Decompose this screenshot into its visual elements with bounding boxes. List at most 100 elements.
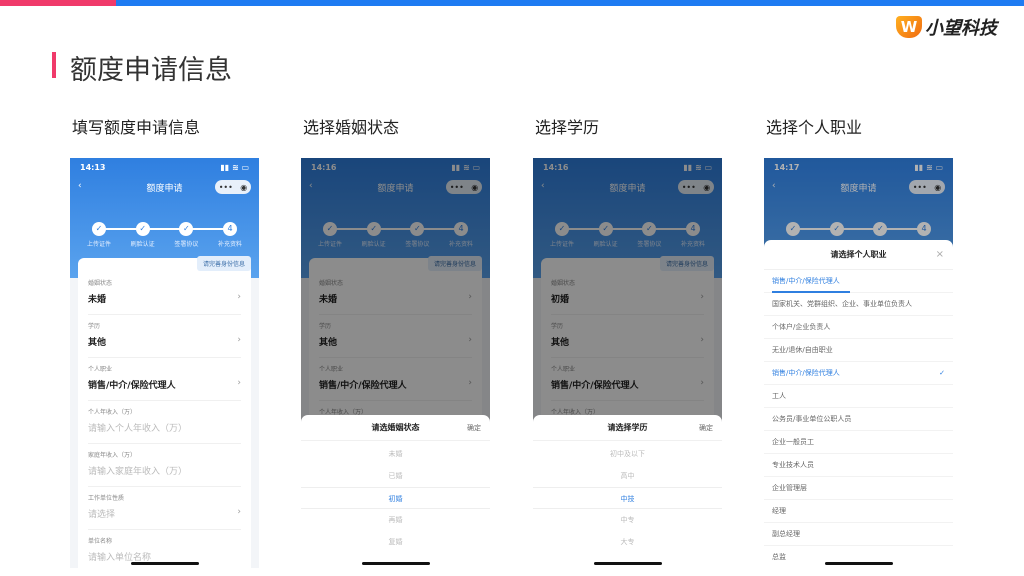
picker-option[interactable]: 再婚: [301, 509, 490, 531]
field-label: 个人职业: [88, 366, 113, 373]
job-option[interactable]: 工人: [764, 385, 953, 408]
job-option[interactable]: 销售/中介/保险代理人 ✓: [764, 362, 953, 385]
picker-option[interactable]: 复婚: [301, 531, 490, 553]
job-option-label: 企业管理层: [772, 484, 807, 492]
chevron-right-icon: ›: [237, 335, 241, 345]
job-option[interactable]: 经理: [764, 500, 953, 523]
step-label: 签署协议: [174, 241, 199, 248]
step-2: ✓ 刷脸认证: [131, 222, 155, 248]
picker-title-text: 请选择学历: [607, 423, 648, 432]
picker-option[interactable]: 大专: [533, 531, 722, 553]
form-row[interactable]: 婚姻状态未婚 ›: [88, 272, 241, 315]
more-icon[interactable]: •••: [219, 183, 233, 192]
job-option[interactable]: 公务员/事业单位公职人员: [764, 408, 953, 431]
close-icon[interactable]: ×: [936, 240, 944, 270]
step-icon: ✓: [95, 224, 103, 233]
title-accent: [52, 52, 56, 78]
marital-picker: 请选婚姻状态 确定 未婚 已婚 初婚 再婚 复婚: [301, 415, 490, 568]
home-indicator: [593, 562, 662, 565]
field-label: 单位名称: [88, 538, 113, 545]
form-row[interactable]: 个人年收入（万） 请输入个人年收入（万）: [88, 401, 241, 444]
picker-option[interactable]: 中技: [533, 487, 722, 509]
status-bar: 14:13 ▮▮ ≋ ▭: [80, 163, 249, 172]
status-time: 14:13: [80, 163, 106, 172]
job-option-label: 个体户/企业负责人: [772, 323, 831, 331]
picker-option[interactable]: 初婚: [301, 487, 490, 509]
form-row[interactable]: 家庭年收入（万） 请输入家庭年收入（万）: [88, 444, 241, 487]
step-icon: 4: [227, 224, 233, 233]
picker-title-text: 请选择个人职业: [830, 250, 887, 259]
step-1: ✓ 上传证件: [87, 222, 111, 248]
check-icon: ✓: [939, 369, 945, 377]
field-value[interactable]: 其他: [88, 335, 106, 348]
form-row[interactable]: 个人职业销售/中介/保险代理人 ›: [88, 358, 241, 401]
steps-line: [99, 228, 230, 230]
chevron-right-icon: ›: [237, 292, 241, 302]
job-option-label: 无业/退休/自由职业: [772, 346, 833, 354]
logo-text: 小望科技: [925, 18, 997, 39]
column-title: 选择个人职业: [766, 118, 863, 137]
step-icon: ✓: [183, 224, 190, 233]
field-label: 工作单位性质: [88, 495, 125, 502]
step-label: 上传证件: [86, 241, 111, 248]
phone-screen: 14:16 ▮▮ ≋ ▭ ‹ 额度申请 ••• ◉ ✓ 上传证件 ✓ 刷脸认证 ✓ 签署协议 4 补…: [301, 158, 490, 568]
job-option[interactable]: 无业/退休/自由职业: [764, 339, 953, 362]
field-input[interactable]: 请选择: [88, 507, 115, 520]
job-option-label: 副总经理: [772, 530, 800, 538]
job-option[interactable]: 个体户/企业负责人: [764, 316, 953, 339]
picker-option[interactable]: 中专: [533, 509, 722, 531]
phone-screen: 14:16 ▮▮ ≋ ▭ ‹ 额度申请 ••• ◉ ✓ 上传证件 ✓ 刷脸认证 ✓ 签署协议 4 补…: [533, 158, 722, 568]
education-picker: 请选择学历 确定 初中及以下 高中 中技 中专 大专: [533, 415, 722, 568]
field-value[interactable]: 销售/中介/保险代理人: [88, 378, 176, 391]
brand-logo: W 小望科技: [896, 14, 997, 40]
field-value[interactable]: 未婚: [88, 292, 106, 305]
job-option-label: 国家机关、党群组织、企业、事业单位负责人: [772, 300, 912, 308]
job-option-label: 企业一般员工: [772, 438, 814, 446]
info-tag: 请完善身份信息: [196, 256, 251, 271]
chevron-right-icon: ›: [237, 507, 241, 517]
picker-option[interactable]: 未婚: [301, 443, 490, 465]
confirm-button[interactable]: 确定: [467, 415, 481, 441]
job-option-label: 销售/中介/保险代理人: [772, 369, 840, 377]
picker-title: 请选择学历 确定: [533, 415, 722, 441]
picker-title-text: 请选婚姻状态: [371, 423, 420, 432]
job-option[interactable]: 副总经理: [764, 523, 953, 546]
form-row[interactable]: 工作单位性质请选择 ›: [88, 487, 241, 530]
status-icons: ▮▮ ≋ ▭: [220, 163, 249, 172]
form-row[interactable]: 学历 其他 ›: [88, 315, 241, 358]
job-option[interactable]: 专业技术人员: [764, 454, 953, 477]
column-title: 填写额度申请信息: [72, 118, 201, 137]
field-input[interactable]: 请输入家庭年收入（万）: [88, 464, 187, 477]
logo-mark-icon: W: [896, 16, 922, 38]
phone-screen: 14:13 ▮▮ ≋ ▭ ‹ 额度申请 ••• ◉ ✓ 上传证件 ✓ 刷脸认证 ✓ 签署协议 4 补…: [70, 158, 259, 568]
job-option[interactable]: 国家机关、党群组织、企业、事业单位负责人: [764, 293, 953, 316]
home-indicator: [130, 562, 199, 565]
chevron-right-icon: ›: [237, 378, 241, 388]
current-selection-tab[interactable]: 销售/中介/保险代理人: [764, 270, 953, 293]
nav-title: 额度申请: [146, 184, 183, 194]
job-picker: 请选择个人职业 × 销售/中介/保险代理人 国家机关、党群组织、企业、事业单位负责人个…: [764, 240, 953, 568]
step-label: 刷脸认证: [130, 241, 155, 248]
field-label: 婚姻状态: [88, 280, 113, 287]
picker-option[interactable]: 初中及以下: [533, 443, 722, 465]
picker-title: 请选婚姻状态 确定: [301, 415, 490, 441]
job-option-label: 总监: [772, 553, 786, 561]
step-label: 补充资料: [218, 241, 243, 248]
field-input[interactable]: 请输入个人年收入（万）: [88, 421, 187, 434]
picker-option[interactable]: 高中: [533, 465, 722, 487]
step-3: ✓ 签署协议: [174, 222, 198, 248]
job-option-label: 公务员/事业单位公职人员: [772, 415, 852, 423]
job-option[interactable]: 企业一般员工: [764, 431, 953, 454]
field-label: 家庭年收入（万）: [88, 452, 137, 459]
close-mini-icon[interactable]: ◉: [240, 183, 247, 192]
job-option[interactable]: 企业管理层: [764, 477, 953, 500]
picker-option[interactable]: 已婚: [301, 465, 490, 487]
back-icon[interactable]: ‹: [78, 181, 82, 191]
form-card: 请完善身份信息 婚姻状态 未婚 › 学历 其他 › 个人职业 销售/中介/保险代理人 › 个人年收入…: [78, 256, 251, 568]
mini-program-capsule[interactable]: ••• ◉: [215, 180, 251, 194]
phone-screen: 14:17▮▮ ≋ ▭ ‹额度申请 •••◉ ✓上传证件✓刷脸认证✓签署协议4补…: [764, 158, 953, 568]
column-title: 选择婚姻状态: [303, 118, 400, 137]
confirm-button[interactable]: 确定: [699, 415, 713, 441]
top-accent-bar: [0, 0, 1024, 6]
step-icon: ✓: [139, 224, 147, 233]
